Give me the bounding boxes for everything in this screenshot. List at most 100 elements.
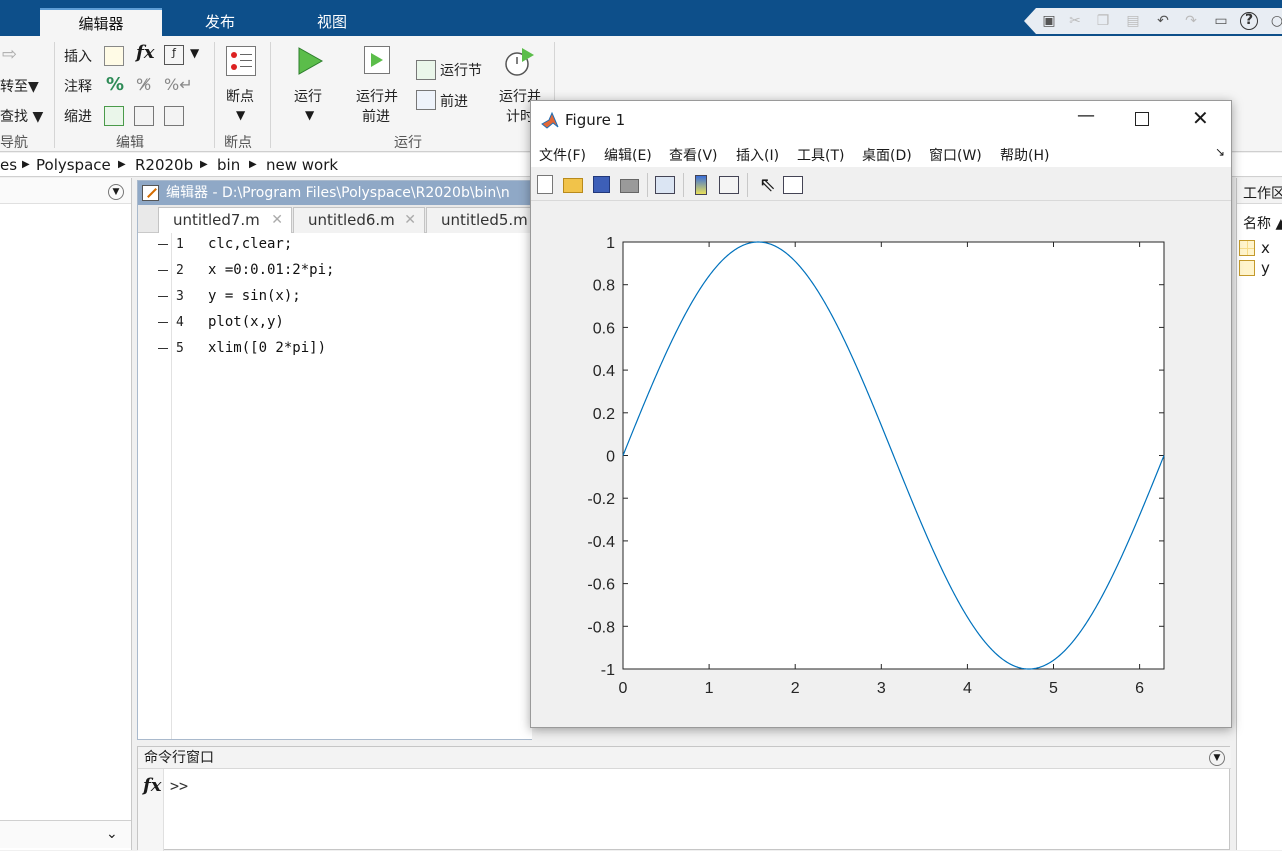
chevron-down-icon[interactable]: ▼	[190, 46, 199, 60]
smart-indent-icon[interactable]	[104, 106, 124, 126]
variable-name[interactable]: y	[1261, 259, 1270, 277]
breakpoints-section-label: 断点	[224, 135, 252, 151]
open-file-icon[interactable]	[563, 178, 583, 193]
x-tick-label: 0	[619, 680, 628, 697]
forward-arrow-icon[interactable]: ⇨	[2, 44, 17, 65]
property-editor-icon[interactable]	[783, 176, 803, 194]
switch-windows-icon[interactable]: ▭	[1212, 12, 1230, 30]
colorbar-icon[interactable]	[695, 175, 707, 195]
comment-icon[interactable]: %	[106, 74, 124, 95]
decrease-indent-icon[interactable]	[164, 106, 184, 126]
undo-icon[interactable]: ↶	[1154, 12, 1172, 30]
redo-icon[interactable]: ↷	[1182, 12, 1200, 30]
chevron-right-icon: ▶	[22, 159, 30, 170]
close-icon[interactable]: ✕	[404, 208, 416, 232]
advance-icon[interactable]	[416, 90, 436, 110]
insert-section-icon[interactable]	[104, 46, 124, 66]
pointer-icon[interactable]: ⇖	[759, 173, 776, 195]
save-icon[interactable]	[593, 176, 610, 193]
cut-icon[interactable]: ✂	[1066, 12, 1084, 30]
plot-area[interactable]: 0 1 2 3 4 5 6 -1 -0.8 -0.6 -0.4 -0.2 0 0.2 0.4 0.6 0.8 1	[531, 202, 1231, 728]
run-and-advance-label-2[interactable]: 前进	[362, 106, 390, 126]
breadcrumb-item[interactable]: es	[0, 153, 17, 177]
y-tick-label: 0.4	[593, 363, 615, 380]
chevron-right-icon: ▶	[118, 159, 126, 170]
code-area[interactable]: 1 2 3 4 5 clc,clear; x =0:0.01:2*pi; y =…	[158, 233, 532, 739]
tab-untitled7[interactable]: untitled7.m ✕	[158, 207, 292, 233]
help-icon[interactable]: ?	[1240, 12, 1258, 30]
menu-tools[interactable]: 工具(T)	[797, 145, 844, 165]
menu-file[interactable]: 文件(F)	[539, 145, 586, 165]
x-tick-label: 1	[705, 680, 714, 697]
tab-publish[interactable]: 发布	[165, 8, 275, 36]
run-and-advance-label[interactable]: 运行并	[356, 86, 398, 106]
breakpoint-dash[interactable]	[158, 244, 168, 245]
dock-arrow-icon[interactable]: ↘	[1215, 145, 1225, 159]
command-window-title: 命令行窗口	[138, 747, 1231, 769]
menu-help[interactable]: 帮助(H)	[1000, 145, 1049, 165]
increase-indent-icon[interactable]	[134, 106, 154, 126]
column-header-name[interactable]: 名称 ▲	[1243, 213, 1282, 233]
insert-function-menu-icon[interactable]: ƒ	[164, 45, 184, 65]
breadcrumb-item[interactable]: R2020b	[135, 153, 193, 177]
y-tick-label: -0.8	[587, 619, 615, 636]
breakpoint-dash[interactable]	[158, 296, 168, 297]
tab-label: untitled6.m	[308, 211, 395, 229]
breakpoint-dash[interactable]	[158, 270, 168, 271]
copy-icon[interactable]: ❐	[1094, 12, 1112, 30]
new-figure-icon[interactable]	[537, 175, 553, 194]
run-and-time-icon[interactable]	[504, 46, 536, 78]
search-icon[interactable]: ○	[1268, 12, 1282, 30]
breakpoint-dash[interactable]	[158, 322, 168, 323]
menu-window[interactable]: 窗口(W)	[929, 145, 982, 165]
chevron-down-icon[interactable]: ▼	[236, 108, 245, 122]
menu-view[interactable]: 查看(V)	[669, 145, 718, 165]
breakpoints-button[interactable]: 断点	[226, 86, 254, 106]
save-icon[interactable]: ▣	[1040, 12, 1058, 30]
tab-untitled5[interactable]: untitled5.m	[426, 207, 532, 233]
breakpoints-icon[interactable]	[226, 46, 256, 76]
y-tick-label: 1	[606, 235, 615, 252]
wrap-comments-icon[interactable]: %↵	[164, 75, 193, 94]
command-window[interactable]: 命令行窗口 ▼ fx >>	[137, 746, 1231, 851]
menu-insert[interactable]: 插入(I)	[736, 145, 779, 165]
panel-actions-icon[interactable]: ▼	[1209, 750, 1225, 766]
paste-icon[interactable]: ▤	[1124, 12, 1142, 30]
panel-actions-icon[interactable]: ▼	[108, 184, 124, 200]
run-button[interactable]: 运行	[294, 86, 322, 106]
close-icon[interactable]: ✕	[271, 208, 283, 232]
tab-editor[interactable]: 编辑器	[40, 8, 162, 36]
link-plot-icon[interactable]	[655, 176, 675, 194]
breadcrumb-item[interactable]: Polyspace	[36, 153, 111, 177]
uncomment-icon[interactable]: %̸	[136, 75, 151, 94]
workspace-title: 工作区	[1243, 186, 1282, 202]
chevron-down-icon[interactable]: ⌄	[106, 826, 118, 842]
line-number: 4	[176, 315, 184, 330]
function-browser-icon[interactable]: fx	[143, 775, 161, 796]
run-section-button[interactable]: 运行节	[440, 60, 482, 80]
goto-button[interactable]: 转至▼	[0, 76, 39, 96]
insert-function-icon[interactable]: fx	[136, 42, 154, 63]
menu-desktop[interactable]: 桌面(D)	[862, 145, 912, 165]
run-icon[interactable]	[296, 46, 324, 76]
tab-untitled6[interactable]: untitled6.m ✕	[293, 207, 425, 233]
variable-name[interactable]: x	[1261, 239, 1270, 257]
menu-edit[interactable]: 编辑(E)	[604, 145, 652, 165]
legend-icon[interactable]	[719, 176, 739, 194]
run-and-advance-icon[interactable]	[364, 46, 390, 74]
find-button[interactable]: 查找 ▼	[0, 106, 43, 126]
breakpoint-dash[interactable]	[158, 348, 168, 349]
run-section-icon[interactable]	[416, 60, 436, 80]
close-icon[interactable]: ✕	[1192, 106, 1209, 130]
editor-tabbar: untitled7.m ✕ untitled6.m ✕ untitled5.m	[138, 205, 533, 233]
print-icon[interactable]	[620, 179, 639, 193]
chevron-down-icon[interactable]: ▼	[305, 108, 314, 122]
tab-view[interactable]: 视图	[280, 8, 384, 36]
x-tick-label: 2	[791, 680, 800, 697]
minimize-icon[interactable]: —	[1077, 105, 1095, 126]
x-tick-label: 6	[1135, 680, 1144, 697]
maximize-icon[interactable]	[1135, 112, 1149, 126]
breadcrumb-item[interactable]: new work	[266, 153, 338, 177]
breadcrumb-item[interactable]: bin	[217, 153, 240, 177]
advance-button[interactable]: 前进	[440, 91, 468, 111]
